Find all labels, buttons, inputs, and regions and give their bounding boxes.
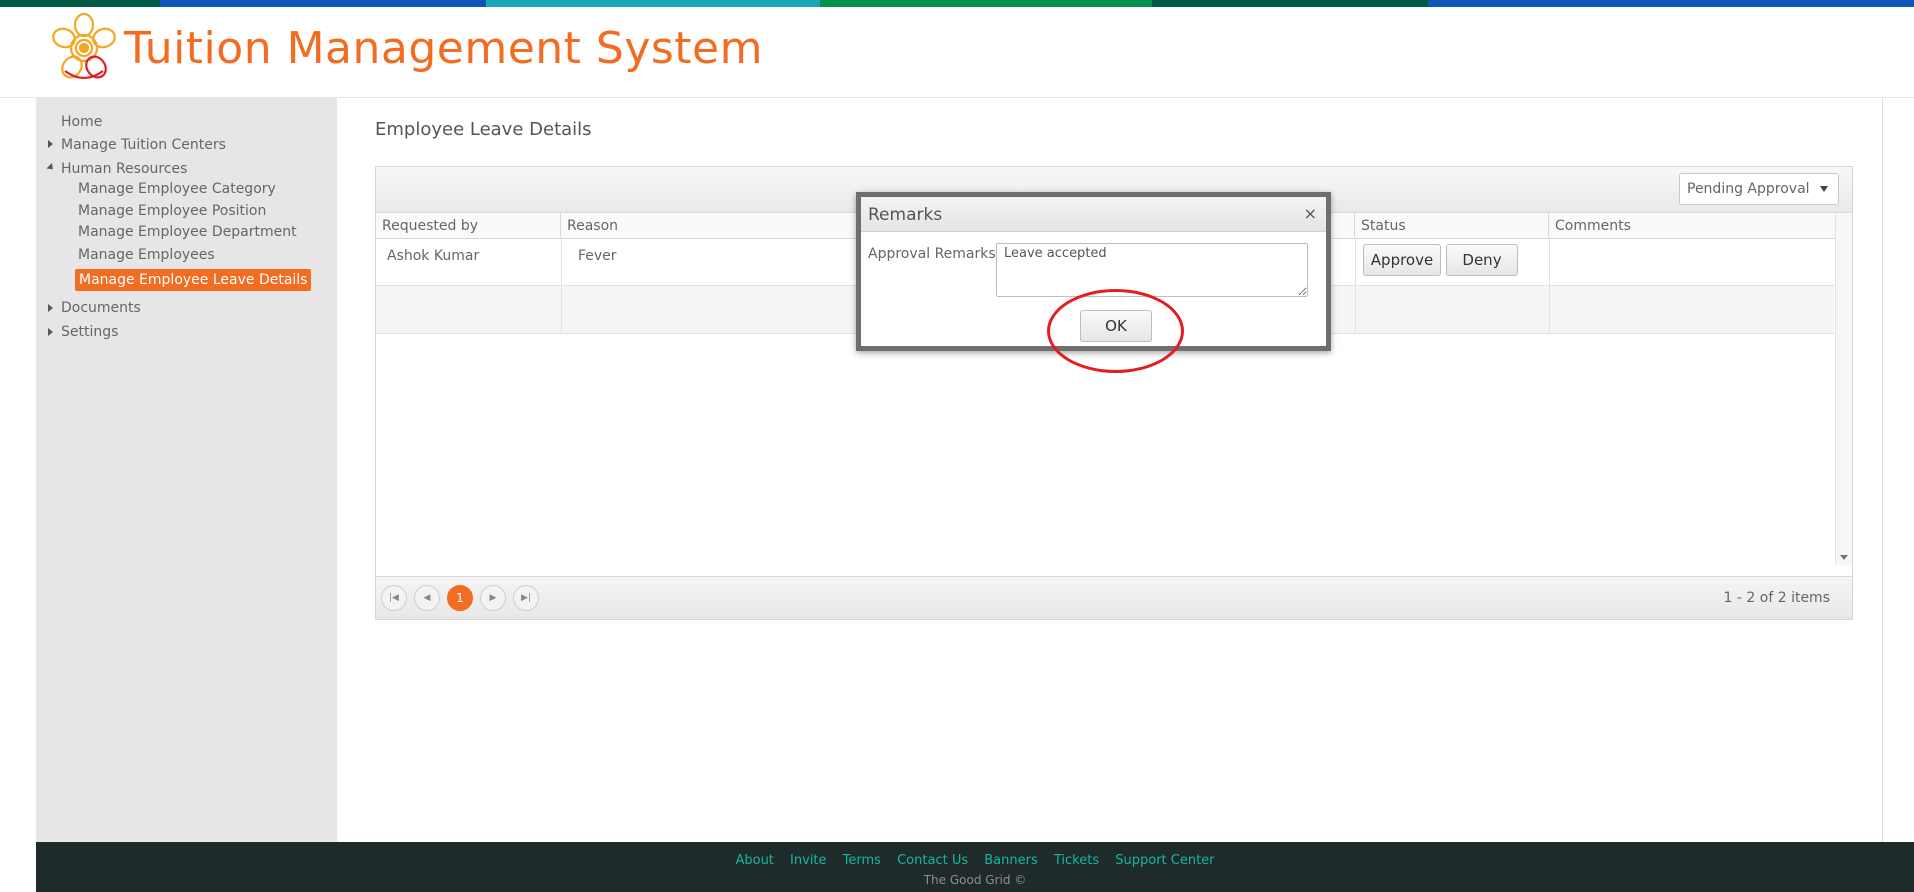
status-filter-value: Pending Approval (1687, 181, 1810, 197)
footer-link-contact-us[interactable]: Contact Us (897, 853, 968, 868)
footer-link-invite[interactable]: Invite (790, 853, 826, 868)
cell-requested-by: Ashok Kumar (387, 248, 480, 264)
next-page-icon[interactable]: ▶ (480, 585, 506, 611)
status-filter-dropdown[interactable]: Pending Approval (1679, 173, 1839, 205)
footer-link-terms[interactable]: Terms (843, 853, 881, 868)
expand-arrow-icon[interactable] (48, 304, 53, 312)
grid-scrollbar[interactable] (1835, 213, 1852, 565)
ok-button[interactable]: OK (1080, 310, 1152, 342)
dialog-titlebar: Remarks × (861, 197, 1326, 232)
column-divider (561, 239, 562, 333)
remarks-dialog: Remarks × Approval Remarks Leave accepte… (856, 192, 1331, 351)
expand-arrow-icon[interactable] (48, 140, 53, 148)
column-divider (1355, 239, 1356, 333)
deny-button[interactable]: Deny (1446, 244, 1518, 276)
prev-page-icon[interactable]: ◀ (414, 585, 440, 611)
top-color-bar (0, 0, 1914, 7)
grid-pager: |◀ ◀ 1 ▶ ▶| 1 - 2 of 2 items (376, 576, 1852, 619)
first-page-icon[interactable]: |◀ (381, 585, 407, 611)
footer: About Invite Terms Contact Us Banners Ti… (36, 842, 1914, 892)
sidebar-item-home[interactable]: Home (61, 113, 102, 131)
page-title: Employee Leave Details (375, 119, 592, 140)
app-title: Tuition Management System (124, 23, 763, 74)
column-divider (1549, 239, 1550, 333)
scroll-down-icon[interactable] (1840, 555, 1848, 560)
app-logo-icon (52, 12, 116, 80)
sidebar-item-settings[interactable]: Settings (61, 323, 118, 341)
expand-arrow-icon[interactable] (48, 328, 53, 336)
footer-link-about[interactable]: About (735, 853, 773, 868)
cell-reason: Fever (578, 248, 617, 264)
sidebar-item-human-resources[interactable]: Human Resources (61, 160, 187, 178)
sidebar-item-documents[interactable]: Documents (61, 299, 141, 317)
column-header-requested-by[interactable]: Requested by (376, 213, 561, 239)
last-page-icon[interactable]: ▶| (513, 585, 539, 611)
footer-link-support-center[interactable]: Support Center (1115, 853, 1214, 868)
sidebar-item-employee-position[interactable]: Manage Employee Position (78, 202, 266, 220)
approval-remarks-label: Approval Remarks (868, 246, 996, 262)
sidebar-item-manage-tuition-centers[interactable]: Manage Tuition Centers (61, 136, 226, 154)
footer-copyright: The Good Grid © (923, 873, 1027, 887)
app-header: Tuition Management System (0, 7, 1914, 98)
sidebar-item-employees[interactable]: Manage Employees (78, 246, 215, 264)
approve-button[interactable]: Approve (1363, 244, 1441, 276)
dialog-title: Remarks (868, 205, 943, 225)
page-number-button[interactable]: 1 (447, 585, 473, 611)
column-header-comments[interactable]: Comments (1549, 213, 1835, 239)
chevron-down-icon (1820, 186, 1828, 192)
sidebar-item-employee-category[interactable]: Manage Employee Category (78, 180, 276, 198)
footer-links: About Invite Terms Contact Us Banners Ti… (36, 853, 1914, 868)
sidebar-item-employee-department[interactable]: Manage Employee Department (78, 223, 297, 241)
column-header-status[interactable]: Status (1355, 213, 1549, 239)
approval-remarks-input[interactable]: Leave accepted (996, 243, 1308, 297)
footer-link-tickets[interactable]: Tickets (1054, 853, 1099, 868)
pager-info: 1 - 2 of 2 items (1723, 590, 1830, 606)
close-icon[interactable]: × (1304, 197, 1317, 231)
footer-link-banners[interactable]: Banners (984, 853, 1037, 868)
sidebar-item-employee-leave-details[interactable]: Manage Employee Leave Details (75, 269, 312, 291)
